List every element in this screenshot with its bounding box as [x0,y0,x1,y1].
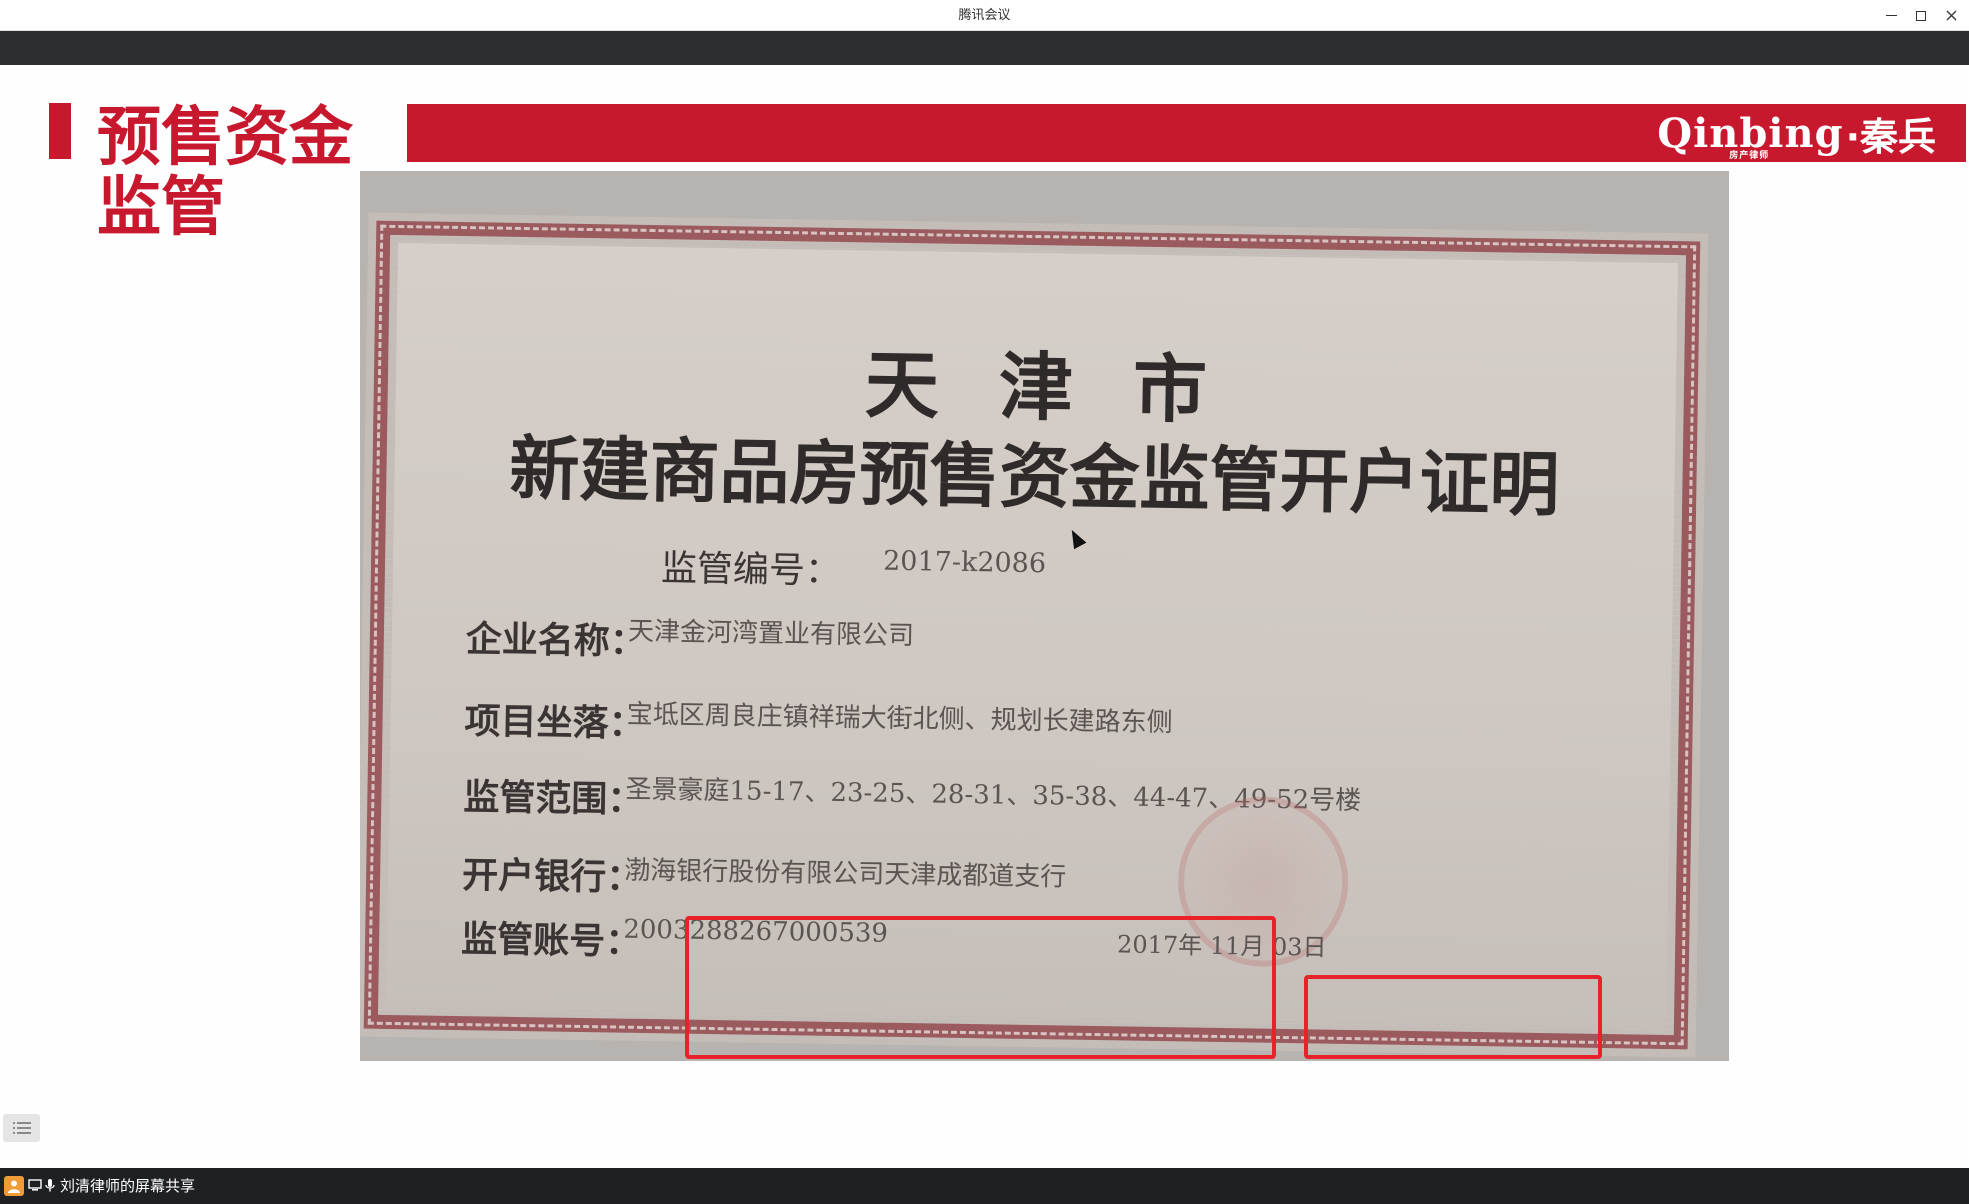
close-button[interactable] [1936,0,1966,31]
account-label: 监管账号： [460,918,642,963]
title-accent-bar [49,103,71,159]
highlight-bank-account [685,916,1276,1059]
certificate-body: 天津市 新建商品房预售资金监管开户证明 监管编号： 2017-k2086 企业名… [386,242,1678,1028]
location-value: 宝坻区周良庄镇祥瑞大街北侧、规划长建路东侧 [626,699,1173,739]
meeting-top-bar [0,31,1969,65]
minimize-icon [1885,15,1897,16]
brand-latin: Qinbing 房产律师 [1657,109,1844,161]
close-icon [1946,10,1956,21]
number-value: 2017-k2086 [882,545,1047,580]
slide-list-toggle[interactable] [3,1114,40,1142]
highlight-date [1304,975,1602,1059]
microphone-icon [45,1179,55,1192]
certificate-photo: 天津市 新建商品房预售资金监管开户证明 监管编号： 2017-k2086 企业名… [360,171,1729,1061]
screen-share-status-bar: 刘清律师的屏幕共享 [0,1168,1969,1204]
number-label: 监管编号： [660,548,842,592]
person-icon [8,1180,20,1193]
brand-sub: 房产律师 [1729,150,1770,161]
certificate-heading: 新建商品房预售资金监管开户证明 [508,427,1561,527]
list-icon [12,1122,31,1134]
shared-slide: 预售资金监管 Qinbing 房产律师 ·秦兵 天津市 新建商品房预售资金监管开户… [3,65,1966,1198]
slide-title: 预售资金监管 [97,100,353,245]
bank-label: 开户银行： [461,854,643,899]
screen-share-label: 刘清律师的屏幕共享 [60,1177,196,1195]
header-banner: Qinbing 房产律师 ·秦兵 [407,104,1966,162]
company-label: 企业名称： [465,618,647,663]
bank-value: 渤海银行股份有限公司天津成都道支行 [624,855,1067,893]
company-value: 天津金河湾置业有限公司 [627,616,915,652]
minimize-button[interactable] [1876,0,1906,31]
window-title: 腾讯会议 [958,8,1011,23]
presenter-avatar [4,1176,24,1196]
brand-cn: ·秦兵 [1845,114,1936,159]
screen-share-icon [28,1179,42,1191]
window-titlebar: 腾讯会议 [0,0,1969,31]
scope-label: 监管范围： [463,776,644,821]
brand-logo: Qinbing 房产律师 ·秦兵 [1657,108,1936,161]
maximize-icon [1916,10,1926,21]
maximize-button[interactable] [1906,0,1936,31]
location-label: 项目坐落： [464,700,645,745]
